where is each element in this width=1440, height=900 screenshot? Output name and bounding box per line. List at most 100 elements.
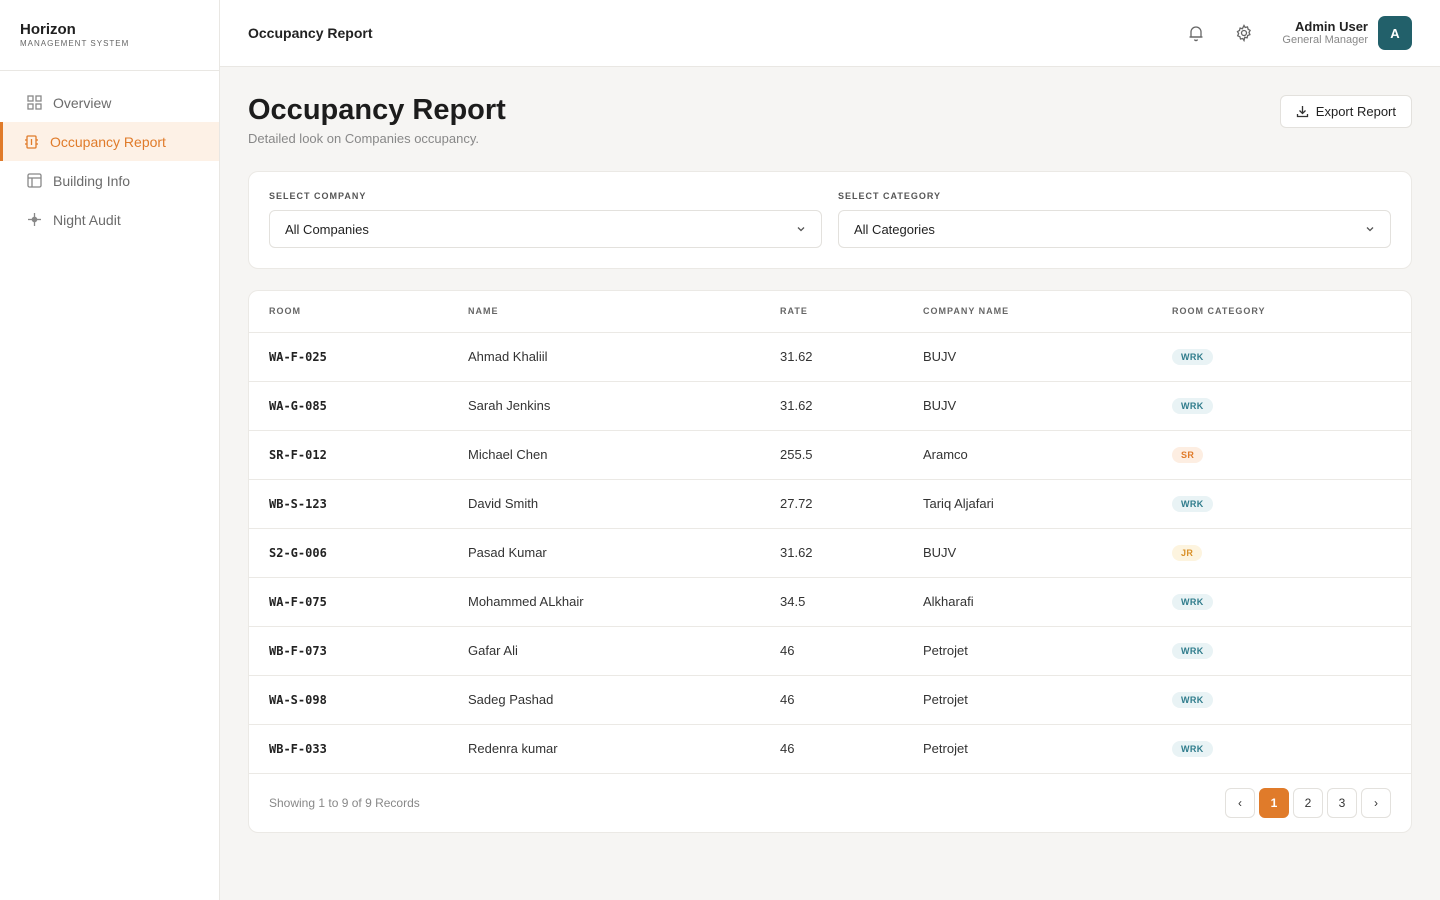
table-row[interactable]: WB-S-123 David Smith 27.72 Tariq Aljafari WR… [249, 479, 1411, 529]
table-footer: Showing 1 to 9 of 9 Records ‹ 1 2 3 › [249, 774, 1411, 832]
company-cell: Petrojet [903, 626, 1152, 676]
rate-cell: 255.5 [760, 430, 903, 480]
category-badge: WRK [1172, 594, 1213, 610]
page-title: Occupancy Report [248, 94, 506, 126]
room-cell: WA-F-075 [249, 577, 448, 627]
table-header-row: ROOM NAME RATE COMPANY NAME ROOM CATEGOR… [249, 291, 1411, 333]
sparkle-icon [26, 212, 42, 228]
grid-icon [26, 95, 42, 111]
app: Horizon MANAGEMENT SYSTEM Overview Occup… [0, 0, 1440, 900]
category-cell: WRK [1152, 724, 1411, 774]
sidebar-item-label: Occupancy Report [50, 133, 166, 150]
room-cell: WB-F-033 [249, 724, 448, 774]
download-icon [1296, 105, 1309, 118]
export-report-button[interactable]: Export Report [1279, 95, 1412, 128]
occupancy-table: ROOM NAME RATE COMPANY NAME ROOM CATEGOR… [249, 291, 1411, 774]
category-badge: WRK [1172, 643, 1213, 659]
page-header: Occupancy Report Detailed look on Compan… [248, 93, 1412, 171]
sidebar-item-occupancy-report[interactable]: Occupancy Report [0, 122, 219, 161]
category-cell: SR [1152, 430, 1411, 480]
company-cell: BUJV [903, 381, 1152, 431]
table-row[interactable]: WA-G-085 Sarah Jenkins 31.62 BUJV WRK [249, 381, 1411, 431]
user-menu[interactable]: Admin User General Manager A [1282, 16, 1412, 50]
company-select[interactable]: All Companies [269, 210, 822, 248]
page-button-2[interactable]: 2 [1293, 787, 1323, 818]
table-row[interactable]: SR-F-012 Michael Chen 255.5 Aramco SR [249, 430, 1411, 480]
column-header-company: COMPANY NAME [903, 291, 1152, 333]
prev-page-button[interactable]: ‹ [1225, 787, 1255, 818]
room-cell: WA-G-085 [249, 381, 448, 431]
sidebar-item-building-info[interactable]: Building Info [0, 161, 219, 200]
brand-subtitle: MANAGEMENT SYSTEM [20, 39, 130, 48]
rate-cell: 27.72 [760, 479, 903, 529]
company-cell: Petrojet [903, 724, 1152, 774]
table-row[interactable]: WB-F-033 Redenra kumar 46 Petrojet WRK [249, 724, 1411, 774]
occupancy-table-card: ROOM NAME RATE COMPANY NAME ROOM CATEGOR… [248, 290, 1412, 833]
export-report-label: Export Report [1315, 104, 1396, 119]
category-select[interactable]: All Categories [838, 210, 1391, 248]
sidebar-item-label: Building Info [53, 172, 131, 189]
name-cell: David Smith [448, 479, 760, 529]
sidebar: Horizon MANAGEMENT SYSTEM Overview Occup… [0, 0, 220, 900]
category-cell: WRK [1152, 381, 1411, 431]
category-badge: WRK [1172, 692, 1213, 708]
avatar[interactable]: A [1378, 16, 1412, 50]
sidebar-item-night-audit[interactable]: Night Audit [0, 200, 219, 239]
content: Occupancy Report Detailed look on Compan… [220, 67, 1440, 833]
sidebar-nav: Overview Occupancy Report Building Info … [0, 71, 219, 239]
column-header-room: ROOM [249, 291, 448, 333]
name-cell: Gafar Ali [448, 626, 760, 676]
name-cell: Mohammed ALkhair [448, 577, 760, 627]
category-cell: WRK [1152, 479, 1411, 529]
category-filter: SELECT CATEGORY All Categories [838, 191, 1391, 268]
rate-cell: 31.62 [760, 381, 903, 431]
name-cell: Sarah Jenkins [448, 381, 760, 431]
rate-cell: 46 [760, 626, 903, 676]
table-row[interactable]: WA-F-075 Mohammed ALkhair 34.5 Alkharafi WRK [249, 577, 1411, 627]
category-cell: WRK [1152, 577, 1411, 627]
sidebar-item-overview[interactable]: Overview [0, 83, 219, 122]
table-row[interactable]: S2-G-006 Pasad Kumar 31.62 BUJV JR [249, 528, 1411, 578]
user-name: Admin User [1295, 19, 1368, 34]
category-badge: WRK [1172, 398, 1213, 414]
room-cell: S2-G-006 [249, 528, 448, 578]
column-header-rate: RATE [760, 291, 903, 333]
category-badge: WRK [1172, 496, 1213, 512]
room-cell: WA-S-098 [249, 675, 448, 725]
category-badge: JR [1172, 545, 1203, 561]
company-cell: Petrojet [903, 675, 1152, 725]
main: Occupancy Report Admin User General Mana… [220, 0, 1440, 900]
table-row[interactable]: WB-F-073 Gafar Ali 46 Petrojet WRK [249, 626, 1411, 676]
table-row[interactable]: WA-F-025 Ahmad Khaliil 31.62 BUJV WRK [249, 332, 1411, 382]
name-cell: Pasad Kumar [448, 528, 760, 578]
room-cell: SR-F-012 [249, 430, 448, 480]
building-icon [23, 134, 39, 150]
company-cell: Alkharafi [903, 577, 1152, 627]
name-cell: Sadeg Pashad [448, 675, 760, 725]
table-row[interactable]: WA-S-098 Sadeg Pashad 46 Petrojet WRK [249, 675, 1411, 725]
page-button-3[interactable]: 3 [1327, 787, 1357, 818]
category-cell: WRK [1152, 626, 1411, 676]
name-cell: Ahmad Khaliil [448, 332, 760, 382]
category-cell: JR [1152, 528, 1411, 578]
page-subtitle: Detailed look on Companies occupancy. [248, 131, 480, 146]
topbar: Occupancy Report Admin User General Mana… [220, 0, 1440, 67]
room-cell: WA-F-025 [249, 332, 448, 382]
bell-icon[interactable] [1186, 23, 1206, 43]
room-cell: WB-F-073 [249, 626, 448, 676]
name-cell: Redenra kumar [448, 724, 760, 774]
column-header-category: ROOM CATEGORY [1152, 291, 1411, 333]
brand: Horizon MANAGEMENT SYSTEM [0, 0, 219, 71]
next-page-button[interactable]: › [1361, 787, 1391, 818]
company-cell: BUJV [903, 332, 1152, 382]
rate-cell: 46 [760, 675, 903, 725]
company-filter: SELECT COMPANY All Companies [269, 191, 822, 268]
brand-name: Horizon [20, 21, 76, 38]
gear-icon[interactable] [1234, 23, 1254, 43]
company-cell: Aramco [903, 430, 1152, 480]
rate-cell: 46 [760, 724, 903, 774]
page-button-1[interactable]: 1 [1259, 787, 1289, 818]
sidebar-item-label: Night Audit [53, 211, 121, 228]
rate-cell: 34.5 [760, 577, 903, 627]
topbar-title: Occupancy Report [248, 25, 373, 41]
